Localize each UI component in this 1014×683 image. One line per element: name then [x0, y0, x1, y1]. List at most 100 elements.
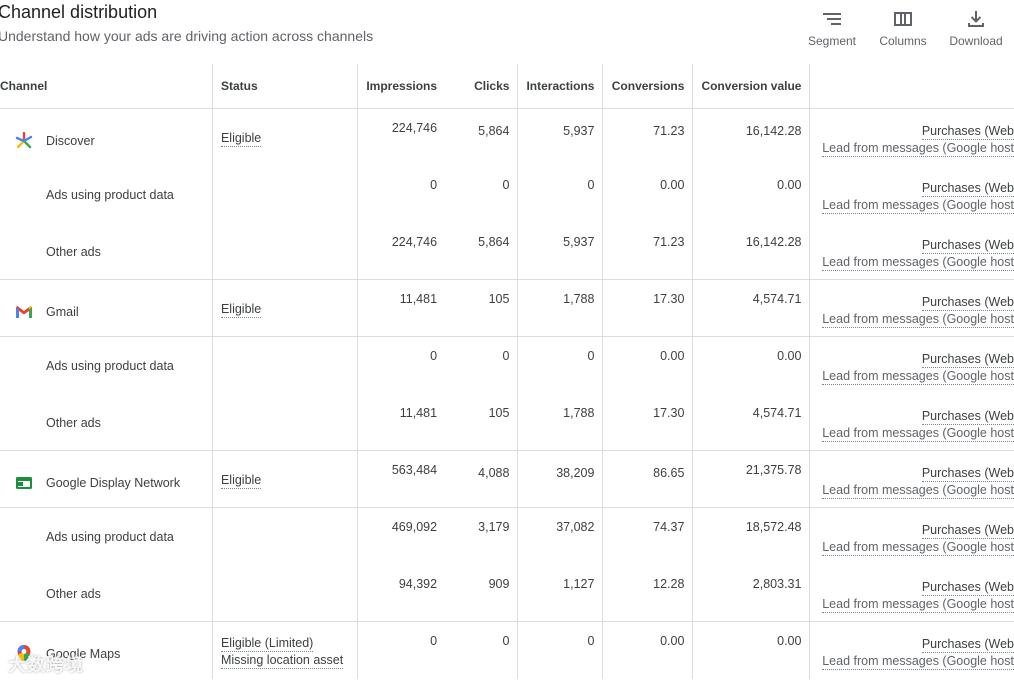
- clicks-cell: 0: [502, 349, 510, 363]
- status-cell: [211, 564, 358, 622]
- channel-cell: Discover: [0, 109, 212, 166]
- channel-name: Ads using product data: [46, 359, 174, 373]
- conversion-action-link[interactable]: Lead from messages (Google host: [822, 369, 1014, 385]
- conversions-cell: 12.28: [602, 564, 693, 622]
- download-icon: [968, 11, 984, 27]
- conversion-value-cell: 21,375.78: [692, 450, 810, 508]
- clicks-cell: 0: [502, 634, 510, 648]
- interactions-cell: 38,209: [517, 450, 603, 508]
- download-label: Download: [949, 34, 1003, 48]
- clicks-cell: 4,088: [445, 450, 518, 508]
- conversion-action-cell: Purchases (Web Lead from messages (Googl…: [809, 507, 1014, 565]
- status-text[interactable]: Eligible: [220, 302, 262, 318]
- conversion-value-cell: 2,803.31: [692, 564, 810, 622]
- conversion-action-link[interactable]: Purchases (Web: [921, 124, 1014, 140]
- channel-cell: Ads using product data: [0, 508, 212, 565]
- col-header-conversions[interactable]: Conversions: [602, 64, 693, 109]
- conversion-action-cell: Purchases (Web Lead from messages (Googl…: [809, 564, 1014, 622]
- toolbar: Segment Columns Download: [796, 8, 1014, 48]
- status-cell: Eligible: [211, 108, 358, 166]
- status-text[interactable]: Eligible: [220, 131, 262, 147]
- conversion-action-link[interactable]: Lead from messages (Google host: [822, 596, 1014, 613]
- col-header-impressions[interactable]: Impressions: [356, 64, 446, 109]
- interactions-cell: 0: [517, 336, 603, 394]
- conversion-action-cell: Purchases (Web Lead from messages (Googl…: [809, 108, 1014, 166]
- channel-name: Other ads: [46, 415, 101, 430]
- status-cell: Eligible: [211, 279, 358, 337]
- table-row: Discover Eligible 224,746 5,864 5,937 71…: [0, 108, 1014, 166]
- interactions-cell: 5,937: [517, 222, 603, 280]
- channel-cell: Gmail: [0, 279, 213, 337]
- conversion-action-link[interactable]: Lead from messages (Google host: [822, 483, 1014, 499]
- clicks-cell: 105: [445, 279, 518, 337]
- channel-name: Other ads: [46, 244, 101, 259]
- status-cell: [211, 165, 358, 223]
- gmail-m-icon: [14, 302, 34, 322]
- conversion-value-cell: 0.00: [692, 336, 810, 394]
- clicks-cell: 0: [502, 177, 510, 192]
- watermark: 大数跨境: [8, 655, 84, 675]
- channel-cell: Other ads: [0, 222, 213, 280]
- channel-name: Gmail: [46, 305, 79, 319]
- page-subtitle: Understand how your ads are driving acti…: [0, 28, 374, 44]
- impressions-cell: 469,092: [356, 507, 446, 565]
- conversion-action-link[interactable]: Purchases (Web: [921, 180, 1014, 197]
- conversion-action-link[interactable]: Purchases (Web: [921, 466, 1014, 482]
- interactions-cell: 1,127: [517, 564, 603, 622]
- conversion-action-link[interactable]: Purchases (Web: [921, 295, 1014, 311]
- conversion-action-link[interactable]: Purchases (Web: [921, 352, 1014, 368]
- conversions-cell: 17.30: [602, 279, 693, 337]
- col-header-channel[interactable]: Channel: [0, 64, 213, 109]
- conversions-cell: 74.37: [602, 507, 693, 565]
- download-button[interactable]: Download: [938, 8, 1014, 48]
- columns-button[interactable]: Columns: [868, 8, 938, 48]
- channel-name: Ads using product data: [46, 530, 174, 544]
- conversion-action-link[interactable]: Lead from messages (Google host: [822, 654, 1014, 670]
- conversion-action-link[interactable]: Lead from messages (Google host: [822, 141, 1014, 157]
- conversion-action-link[interactable]: Lead from messages (Google host: [822, 197, 1014, 214]
- channel-name: Other ads: [46, 586, 101, 601]
- col-header-conversion-value[interactable]: Conversion value: [692, 64, 810, 109]
- conversion-action-link[interactable]: Lead from messages (Google host: [822, 540, 1014, 556]
- impressions-cell: 0: [356, 165, 446, 223]
- impressions-cell: 11,481: [356, 393, 446, 451]
- conversions-cell: 0.00: [602, 165, 693, 223]
- channel-cell: Google Display Network: [0, 450, 213, 508]
- conversion-action-cell: Purchases (Web Lead from messages (Googl…: [809, 336, 1014, 394]
- status-cell: Eligible (Limited) Missing location asse…: [211, 621, 358, 679]
- segment-button[interactable]: Segment: [796, 8, 868, 48]
- col-header-clicks[interactable]: Clicks: [445, 64, 518, 109]
- conversion-value-cell: 4,574.71: [692, 279, 810, 337]
- col-header-interactions[interactable]: Interactions: [517, 64, 603, 109]
- conversion-action-link[interactable]: Purchases (Web: [921, 579, 1014, 596]
- columns-label: Columns: [879, 34, 927, 48]
- conversion-action-cell: Purchases (Web Lead from messages (Googl…: [809, 222, 1014, 280]
- table-row: Gmail Eligible 11,481 105 1,788 17.30 4,…: [0, 279, 1014, 337]
- channel-cell: Other ads: [0, 564, 213, 622]
- conversion-action-link[interactable]: Lead from messages (Google host: [822, 425, 1014, 442]
- conversion-action-link[interactable]: Purchases (Web: [921, 523, 1014, 539]
- conversion-action-link[interactable]: Lead from messages (Google host: [822, 254, 1014, 271]
- conversion-action-link[interactable]: Purchases (Web: [921, 408, 1014, 425]
- status-cell: Eligible: [211, 450, 358, 508]
- table-row: Ads using product data 0 0 0 0.00 0.00 P…: [0, 165, 1014, 223]
- impressions-cell: 224,746: [356, 108, 446, 166]
- conversion-action-link[interactable]: Purchases (Web: [921, 637, 1014, 653]
- segment-label: Segment: [807, 34, 857, 48]
- impressions-cell: 0: [356, 336, 446, 394]
- status-text[interactable]: Eligible (Limited): [220, 636, 314, 652]
- impressions-cell: 94,392: [356, 564, 446, 622]
- table-row: Other ads 224,746 5,864 5,937 71.23 16,1…: [0, 222, 1014, 280]
- clicks-cell: 105: [445, 393, 518, 451]
- col-header-conversion-action: [809, 64, 1014, 109]
- col-header-status[interactable]: Status: [211, 64, 358, 109]
- conversion-value-cell: 16,142.28: [692, 108, 810, 166]
- conversion-action-link[interactable]: Purchases (Web: [921, 237, 1014, 254]
- conversion-action-link[interactable]: Lead from messages (Google host: [822, 312, 1014, 328]
- channel-name: Discover: [46, 134, 95, 148]
- conversion-value-cell: 0.00: [692, 165, 810, 223]
- status-reason-text[interactable]: Missing location asset: [220, 653, 344, 669]
- conversion-value-cell: 18,572.48: [692, 507, 810, 565]
- channel-table: Channel Status Impressions Clicks Intera…: [0, 64, 1014, 679]
- status-text[interactable]: Eligible: [220, 473, 262, 489]
